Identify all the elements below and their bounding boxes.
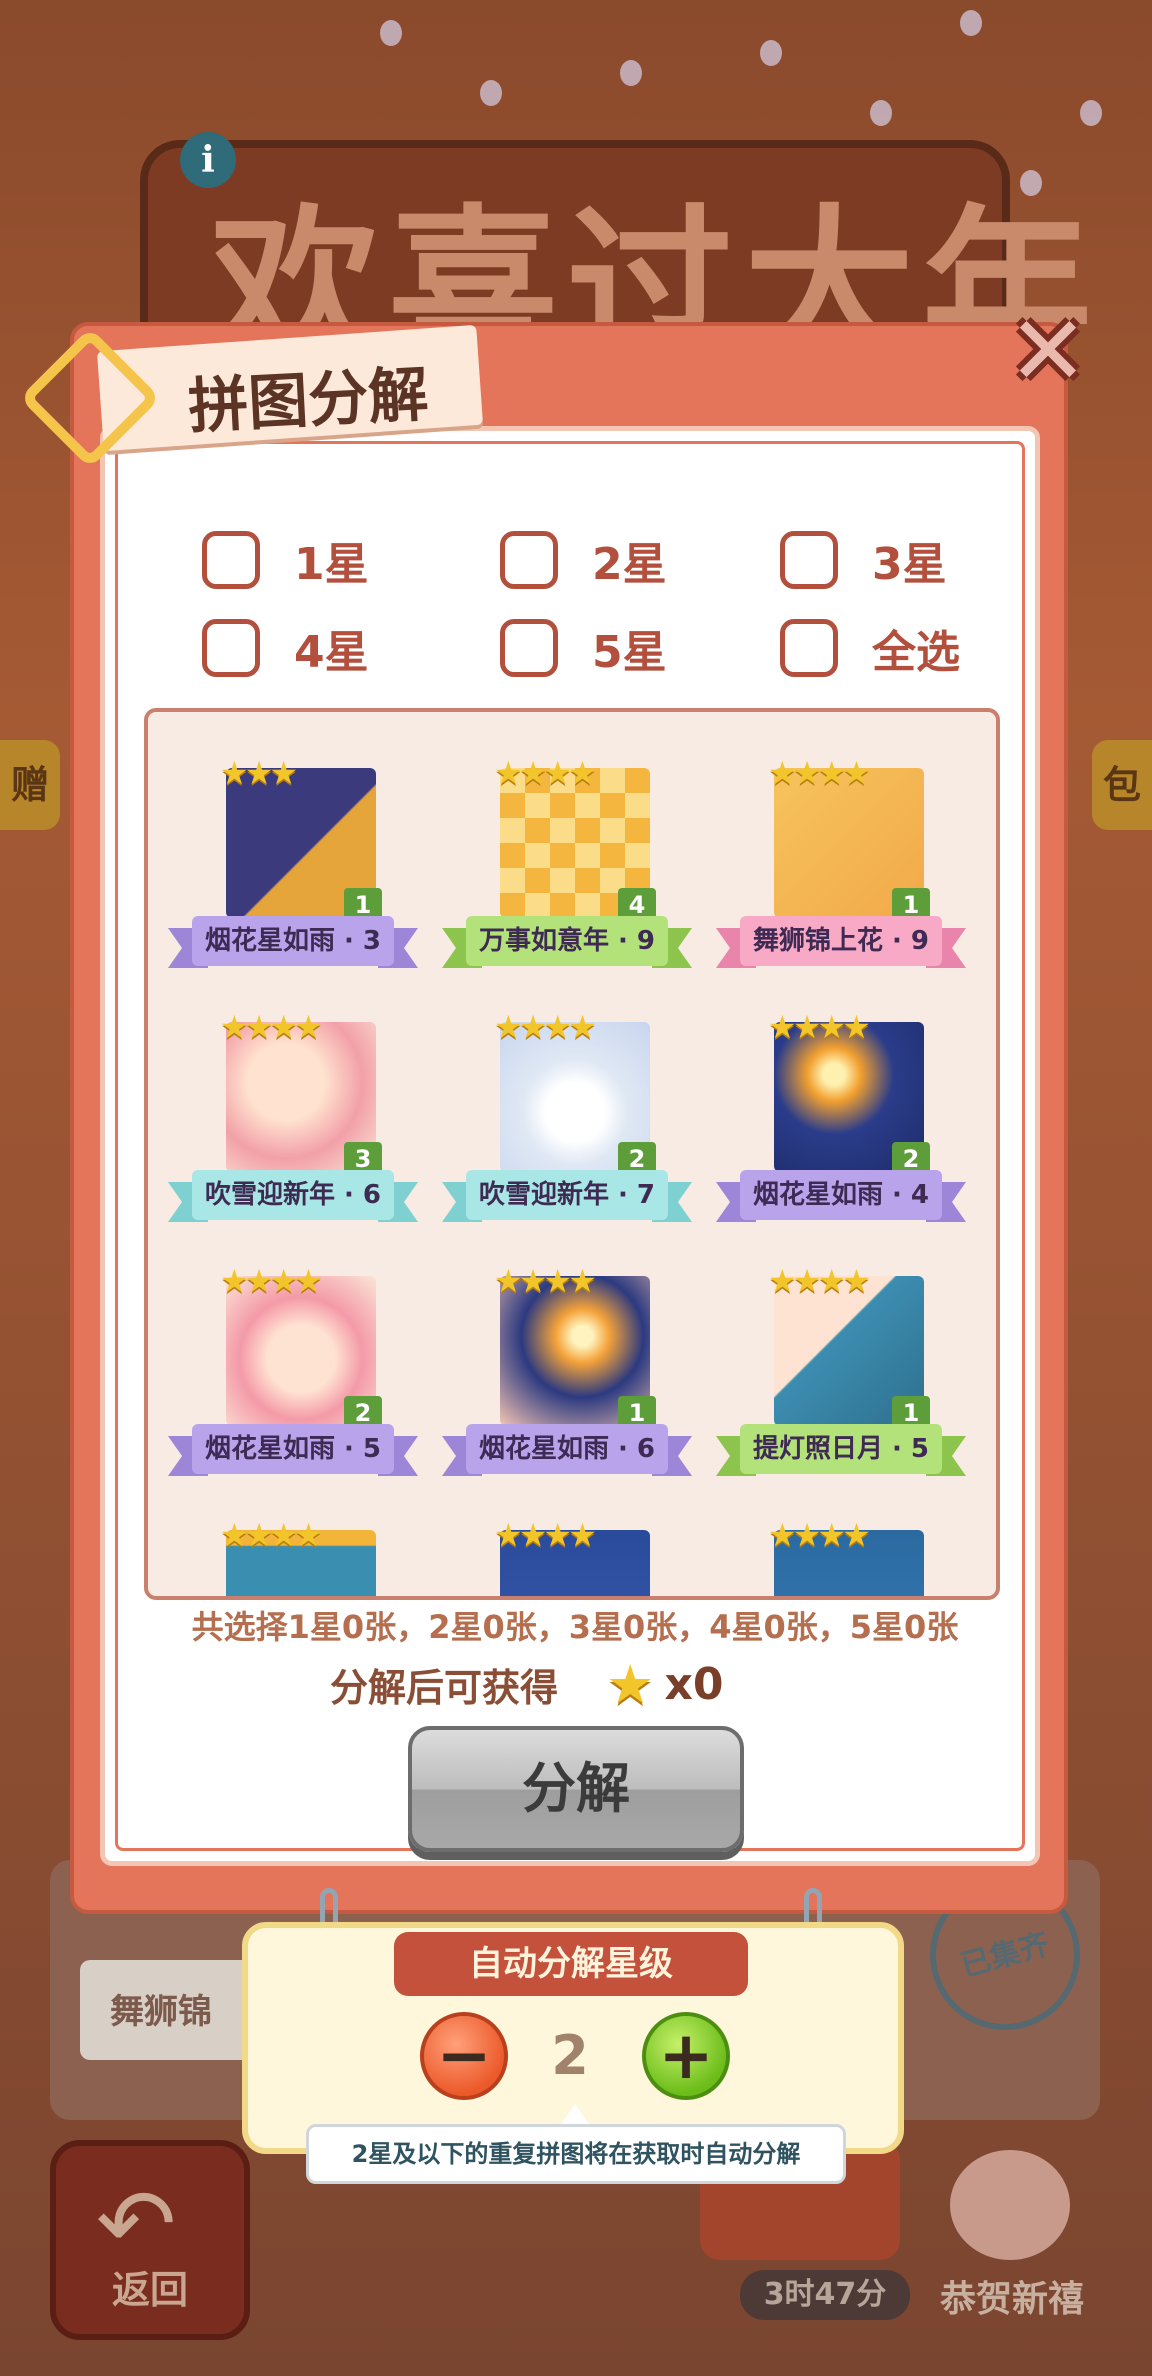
- decompose-button[interactable]: 分解: [408, 1726, 744, 1852]
- filter-2-star[interactable]: 2星: [500, 528, 667, 592]
- piece-name: 舞狮锦上花 · 9: [752, 926, 930, 956]
- star-rating-icon: ★★★★: [768, 754, 871, 792]
- checkbox[interactable]: [500, 531, 558, 589]
- checkbox[interactable]: [780, 531, 838, 589]
- puzzle-piece-grid[interactable]: ★★★ 1 烟花星如雨 · 3 ★★★★ 4 万事如意年 · 9 ★★★★ 1 …: [144, 708, 1000, 1600]
- star-rating-icon: ★★★★: [768, 1516, 871, 1554]
- filter-select-all[interactable]: 全选: [780, 616, 960, 680]
- puzzle-piece[interactable]: ★★★★: [716, 1504, 966, 1596]
- star-rating-icon: ★★★★: [768, 1262, 871, 1300]
- plus-icon: +: [658, 2017, 714, 2094]
- piece-name: 烟花星如雨 · 6: [478, 1434, 656, 1464]
- puzzle-piece[interactable]: ★★★★ 3 吹雪迎新年 · 6: [168, 996, 418, 1236]
- increase-level-button[interactable]: +: [642, 2012, 730, 2100]
- filter-label: 2星: [592, 539, 667, 590]
- filter-5-star[interactable]: 5星: [500, 616, 667, 680]
- auto-decompose-title: 自动分解星级: [394, 1932, 748, 1996]
- countdown-timer: 3时47分: [740, 2270, 910, 2320]
- puzzle-piece[interactable]: ★★★★ 2 吹雪迎新年 · 7: [442, 996, 692, 1236]
- piece-name: 烟花星如雨 · 5: [204, 1434, 382, 1464]
- close-icon: ✕: [1007, 295, 1089, 407]
- checkbox[interactable]: [500, 619, 558, 677]
- piece-name: 烟花星如雨 · 4: [752, 1180, 930, 1210]
- puzzle-piece[interactable]: ★★★★ 2 烟花星如雨 · 5: [168, 1250, 418, 1490]
- filter-label: 5星: [592, 627, 667, 678]
- info-icon[interactable]: i: [180, 132, 236, 188]
- reward-count: x0: [664, 1658, 724, 1710]
- star-rating-icon: ★★★★: [494, 1516, 597, 1554]
- piece-ribbon: 烟花星如雨 · 4: [716, 1166, 966, 1224]
- star-rating-icon: ★★★★: [220, 1262, 323, 1300]
- reward-label: 分解后可获得: [330, 1665, 559, 1710]
- decompose-label: 分解: [522, 1757, 630, 1820]
- close-button[interactable]: ✕: [1004, 295, 1092, 407]
- dialog-title: 拼图分解: [186, 359, 430, 443]
- star-rating-icon: ★★★★: [220, 1516, 323, 1554]
- checkbox[interactable]: [202, 619, 260, 677]
- star-icon: ★: [606, 1652, 655, 1716]
- filter-4-star[interactable]: 4星: [202, 616, 369, 680]
- piece-name: 万事如意年 · 9: [478, 926, 656, 956]
- star-rating-icon: ★★★★: [220, 1008, 323, 1046]
- reward-preview: 分解后可获得 ★ x0: [330, 1652, 724, 1716]
- puzzle-piece[interactable]: ★★★★ 2 烟花星如雨 · 4: [716, 996, 966, 1236]
- back-label: 返回: [111, 2268, 188, 2312]
- filter-label: 全选: [872, 627, 960, 678]
- newyear-label: 恭贺新禧: [940, 2279, 1085, 2320]
- piece-name: 提灯照日月 · 5: [752, 1434, 930, 1464]
- star-rating-icon: ★★★★: [494, 1262, 597, 1300]
- piece-ribbon: 提灯照日月 · 5: [716, 1420, 966, 1478]
- piece-ribbon: 吹雪迎新年 · 6: [168, 1166, 418, 1224]
- puzzle-piece[interactable]: ★★★★ 1 烟花星如雨 · 6: [442, 1250, 692, 1490]
- star-rating-icon: ★★★★: [768, 1008, 871, 1046]
- filter-1-star[interactable]: 1星: [202, 528, 369, 592]
- back-button[interactable]: ↶ 返回: [50, 2140, 250, 2340]
- puzzle-piece[interactable]: ★★★★ 1 提灯照日月 · 5: [716, 1250, 966, 1490]
- puzzle-piece[interactable]: ★★★ 1 烟花星如雨 · 3: [168, 742, 418, 982]
- piece-ribbon: 吹雪迎新年 · 7: [442, 1166, 692, 1224]
- puzzle-piece[interactable]: ★★★★: [168, 1504, 418, 1596]
- piece-ribbon: 舞狮锦上花 · 9: [716, 912, 966, 970]
- checkbox[interactable]: [202, 531, 260, 589]
- piece-ribbon: 烟花星如雨 · 3: [168, 912, 418, 970]
- minus-icon: −: [436, 2017, 492, 2094]
- filter-label: 1星: [294, 539, 369, 590]
- piece-name: 吹雪迎新年 · 6: [204, 1180, 382, 1210]
- filter-label: 4星: [294, 627, 369, 678]
- puzzle-piece[interactable]: ★★★★: [442, 1504, 692, 1596]
- piece-name: 烟花星如雨 · 3: [204, 926, 382, 956]
- mascot-icon: [950, 2150, 1070, 2260]
- selection-summary: 共选择1星0张，2星0张，3星0张，4星0张，5星0张: [191, 1608, 959, 1646]
- puzzle-piece[interactable]: ★★★★ 4 万事如意年 · 9: [442, 742, 692, 982]
- decrease-level-button[interactable]: −: [420, 2012, 508, 2100]
- piece-ribbon: 烟花星如雨 · 6: [442, 1420, 692, 1478]
- auto-decompose-level: 2: [551, 2024, 589, 2087]
- auto-decompose-hint: 2星及以下的重复拼图将在获取时自动分解: [306, 2124, 846, 2184]
- star-rating-icon: ★★★★: [494, 1008, 597, 1046]
- checkbox[interactable]: [780, 619, 838, 677]
- puzzle-piece[interactable]: ★★★★ 1 舞狮锦上花 · 9: [716, 742, 966, 982]
- star-rating-icon: ★★★★: [494, 754, 597, 792]
- piece-name: 吹雪迎新年 · 7: [478, 1180, 656, 1210]
- piece-ribbon: 万事如意年 · 9: [442, 912, 692, 970]
- piece-ribbon: 烟花星如雨 · 5: [168, 1420, 418, 1478]
- side-tab-left: 赠: [0, 740, 60, 830]
- filter-3-star[interactable]: 3星: [780, 528, 947, 592]
- side-tab-right: 包: [1092, 740, 1152, 830]
- filter-label: 3星: [872, 539, 947, 590]
- dialog-title-ribbon: 拼图分解: [19, 318, 484, 469]
- star-rating-icon: ★★★: [220, 754, 298, 792]
